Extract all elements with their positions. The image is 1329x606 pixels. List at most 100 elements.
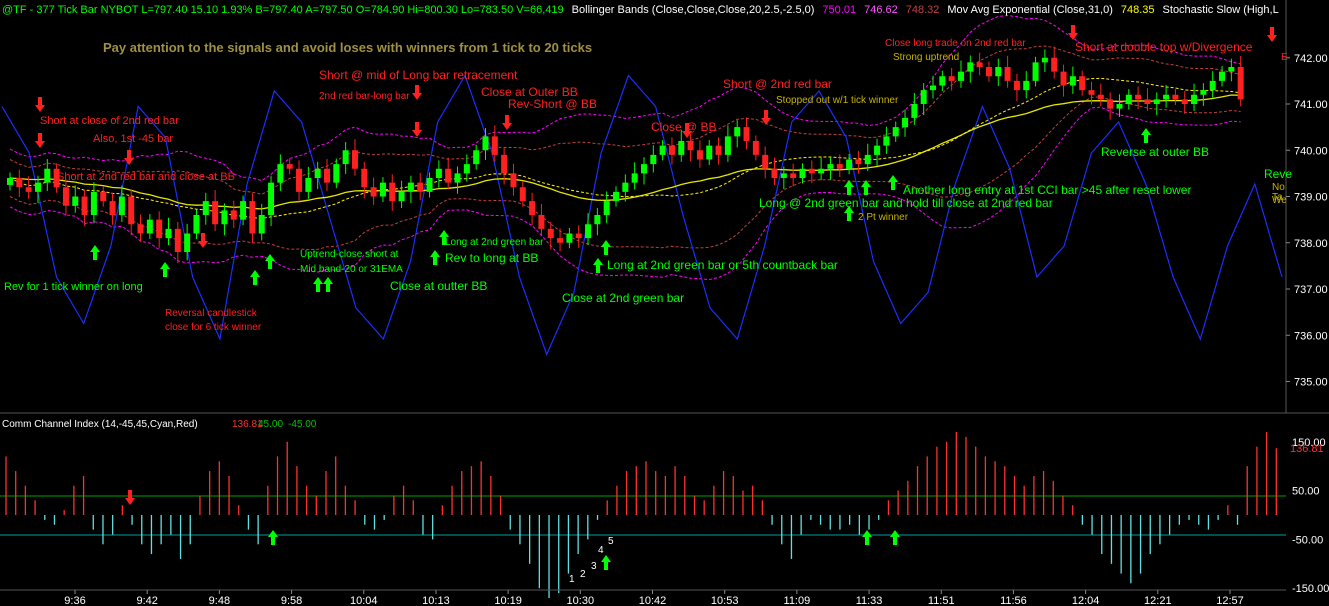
price-axis-label: 737.00 [1294,284,1328,296]
candle-body [762,154,769,169]
cci-upper-value: 45.00 [258,419,283,430]
candle-body [1219,71,1226,81]
annotation-text: Short at close of 2nd red bar [40,115,179,127]
candle-body [156,219,163,239]
chart-canvas: 742.00 741.00 740.00 739.00 738.00 737.00 736.… [0,0,1329,606]
candle-body [808,168,815,174]
candle-body [426,178,433,192]
candle-body [165,228,172,239]
annotation-text: Close at outter BB [390,279,487,293]
header-segment: 748.35 [1121,4,1155,16]
candle-body [25,187,32,192]
annotation-text: Reve [1264,167,1292,181]
candle-body [454,173,461,183]
candle-body [407,182,414,192]
annotation-text: Short at double top w/Divergence [1075,40,1253,54]
annotation-text: close for 6 tick winner [165,322,262,333]
header-info-line: @TF - 377 Tick Bar NYBOT L=797.40 15.10 … [2,4,1279,16]
candle-body [985,67,992,77]
candle-body [305,178,312,192]
candle-body [128,196,135,225]
candle-body [7,178,13,185]
candle-body [482,136,489,151]
header-segment: Stochastic Slow (High,L [1163,4,1279,16]
candle-body [473,150,480,165]
price-axis-label: 742.00 [1294,53,1328,65]
candle-body [818,168,825,174]
header-segment: Bollinger Bands (Close,Close,Close,20,2.… [572,4,815,16]
candle-body [62,187,69,206]
annotation-text: Short @ 2nd red bar [723,77,832,91]
annotation-text: Also, 1st -45 bar [93,133,173,145]
price-axis-label: 739.00 [1294,192,1328,204]
candle-body [501,154,508,174]
annotation-text: Long at 2nd green bar [445,237,544,248]
candle-body [1237,67,1244,100]
candle-body [342,150,349,165]
price-axis-label: 740.00 [1294,145,1328,157]
candle-body [734,127,741,137]
price-axis-label: 735.00 [1294,377,1328,389]
candle-body [323,168,330,183]
candle-body [687,141,694,151]
cci-axis-label: -150.00 [1292,583,1329,595]
candle-body [100,191,107,202]
candle-body [333,164,340,183]
cci-lower-value: -45.00 [288,419,317,430]
candle-body [184,233,191,252]
candle-body [855,159,862,165]
time-axis-label: 10:53 [711,595,739,606]
annotation-text: 2 Pt winner [858,212,909,223]
candle-body [296,168,303,192]
candle-body [1228,67,1235,72]
annotation-text: Long at 2nd green bar or 5th countback b… [607,258,838,272]
candle-body [249,201,256,234]
annotation-text: 2nd red bar-long bar [319,91,410,102]
annotation-text: Short at 2nd red bar and close at BB [57,171,235,183]
candle-body [44,168,51,183]
candle-body [1191,94,1198,104]
candle-body [1144,99,1151,104]
price-axis-label: 738.00 [1294,238,1328,250]
annotation-text: Another long entry at 1st CCI bar >45 af… [903,183,1191,197]
annotation-text: Uptrend-close short at [300,249,399,260]
candle-body [696,150,703,160]
candle-body [967,62,974,72]
candle-body [118,196,125,215]
candle-body [389,182,396,202]
time-axis-label: 11:09 [784,595,811,606]
annotation-text: Close at 2nd green bar [562,291,684,305]
candle-body [1135,94,1142,100]
candle-body [90,191,97,215]
candle-body [491,136,498,155]
candle-body [240,201,247,220]
candle-body [137,224,144,234]
price-axis-label: 736.00 [1294,330,1328,342]
candle-body [1023,80,1030,91]
time-axis-label: 10:13 [422,595,450,606]
annotation-text: Rev-Short @ BB [508,97,597,111]
candle-body [1032,62,1039,81]
candle-body [1069,76,1076,86]
candle-body [939,76,946,86]
candle-body [920,90,927,104]
header-segment: Mov Avg Exponential (Close,31,0) [947,4,1113,16]
candle-body [659,145,666,155]
time-axis-label: 10:42 [639,595,667,606]
candle-body [706,145,713,160]
header-segment: 746.62 [864,4,898,16]
candle-body [995,67,1002,77]
candle-body [510,173,517,188]
cci-title: Comm Channel Index (14,-45,45,Cyan,Red) [2,419,198,430]
candle-body [258,215,265,234]
candle-body [1013,80,1020,91]
candle-body [109,201,116,215]
header-segment: 750.01 [822,4,856,16]
candle-body [370,187,377,197]
header-segment: 748.32 [906,4,940,16]
candle-body [1079,76,1086,91]
candle-body [780,173,787,178]
candle-body [1041,57,1048,63]
candle-body [212,201,219,225]
candle-body [538,215,545,229]
